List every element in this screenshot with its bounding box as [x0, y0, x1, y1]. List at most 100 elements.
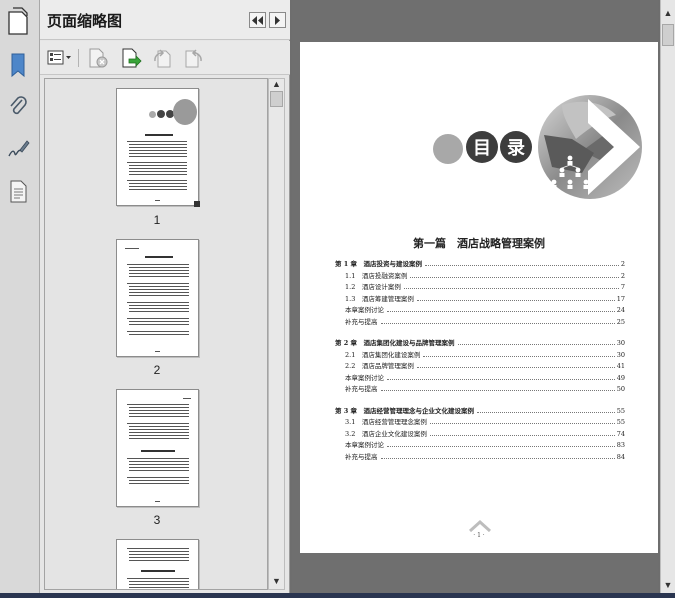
thumb-text-line	[129, 156, 187, 157]
thumb-text-line	[129, 435, 189, 436]
pages-icon[interactable]	[5, 6, 33, 36]
attachment-icon[interactable]	[4, 92, 32, 122]
toc-page-number: 2	[620, 260, 625, 268]
bookmark-icon[interactable]	[4, 50, 32, 80]
rotate-right-button[interactable]	[181, 47, 205, 69]
thumbnail-options-button[interactable]	[47, 47, 73, 69]
scrollbar-thumb[interactable]	[270, 91, 283, 107]
toc-chapter-row[interactable]: 第 2 章 酒店集团化建设与品牌管理案例 30	[335, 336, 625, 347]
collapse-panel-button[interactable]	[249, 12, 266, 28]
scroll-down-icon[interactable]: ▼	[661, 578, 675, 592]
expand-panel-button[interactable]	[269, 12, 286, 28]
thumb-text-line	[129, 432, 189, 433]
toc-leader-dots	[387, 378, 615, 380]
thumb-text-line	[129, 289, 189, 290]
toc-entry-row[interactable]: 本章案例讨论 49	[345, 371, 625, 382]
rotate-left-icon	[154, 49, 171, 68]
thumb-text-line	[127, 302, 189, 303]
toc-chapter-row[interactable]: 第 3 章 酒店经营管理理念与企业文化建设案例 55	[335, 404, 625, 415]
page-thumbnail-2[interactable]	[116, 239, 199, 357]
toc-entry-row[interactable]: 补充与提高 84	[345, 450, 625, 461]
toc-entry-label: 3.2 酒店企业文化建设案例	[345, 429, 427, 438]
insert-page-button[interactable]	[119, 47, 143, 69]
scroll-up-icon[interactable]: ▲	[269, 77, 284, 91]
scroll-down-icon[interactable]: ▼	[269, 574, 284, 588]
toc-entry-row[interactable]: 1.3 酒店筹建管理案例 17	[345, 292, 625, 303]
toc-page-number: 83	[616, 441, 625, 449]
toc-entry-row[interactable]: 补充与提高 25	[345, 315, 625, 326]
delete-page-button[interactable]	[86, 47, 110, 69]
thumb-text-line	[129, 410, 189, 411]
thumb-text-line	[129, 416, 189, 417]
signature-icon[interactable]	[4, 134, 32, 164]
thumb-text-line	[129, 189, 187, 190]
toc-page-number: 30	[616, 339, 625, 347]
document-properties-icon[interactable]	[4, 176, 32, 206]
toc-leader-dots	[403, 288, 619, 289]
thumb-text-line	[129, 461, 189, 462]
toc-leader-dots	[477, 411, 615, 413]
toc-entry-label: 补充与提高	[345, 452, 378, 461]
scrollbar-thumb[interactable]	[662, 24, 674, 46]
toc-entry-label: 第 3 章 酒店经营管理理念与企业文化建设案例	[335, 406, 475, 415]
toc-page-number: 30	[616, 350, 625, 359]
toc-entry-row[interactable]: 3.1 酒店经营管理理念案例 55	[345, 415, 625, 426]
toc-entry-row[interactable]: 本章案例讨论 24	[345, 303, 625, 314]
toc-entry-label: 第 2 章 酒店集团化建设与品牌管理案例	[335, 339, 455, 347]
toolbar-separator	[78, 49, 79, 67]
thumb-text-line	[129, 334, 189, 335]
toc-leader-dots	[423, 355, 615, 357]
toc-entry-row[interactable]: 补充与提高 50	[345, 382, 625, 393]
thumbnail-list[interactable]: 1 2 3	[44, 78, 268, 590]
panel-header: 页面缩略图	[40, 0, 290, 40]
toc-entry-row[interactable]: 1.1 酒店投融资案例 2	[345, 269, 625, 280]
thumb-text-line	[145, 134, 173, 136]
page-thumbnail-3[interactable]	[116, 389, 199, 507]
thumb-text-line	[129, 174, 187, 175]
thumb-text-line	[129, 276, 189, 277]
thumb-text-line	[127, 162, 187, 163]
thumb-text-line	[129, 584, 189, 585]
thumb-text-line	[129, 308, 189, 309]
thumb-text-line	[129, 295, 189, 296]
toc-entry-row[interactable]: 2.1 酒店集团化建设案例 30	[345, 348, 625, 359]
thumbnail-scrollbar[interactable]: ▲ ▼	[268, 78, 285, 590]
thumb-circle	[157, 110, 165, 118]
page-resize-handle[interactable]	[194, 201, 200, 207]
toc-entry-label: 1.3 酒店筹建管理案例	[345, 294, 414, 303]
page-thumbnail-1[interactable]	[116, 88, 199, 206]
toc-entry-row[interactable]: 2.2 酒店品牌管理案例 41	[345, 359, 625, 370]
rotate-left-button[interactable]	[151, 47, 175, 69]
thumb-photo	[173, 99, 197, 125]
thumb-text-line	[129, 150, 187, 151]
thumb-text-line	[129, 464, 189, 465]
toc-entry-row[interactable]: 本章案例讨论 83	[345, 438, 625, 449]
page-thumbnail-4[interactable]	[116, 539, 199, 589]
thumb-text-line	[127, 477, 189, 478]
toc-leader-dots	[387, 446, 615, 447]
thumb-text-line	[129, 557, 189, 558]
thumb-text-line	[127, 404, 189, 405]
thumb-text-line	[129, 560, 189, 561]
page-number: · 1 ·	[473, 532, 485, 539]
document-page: 目 录 第一篇 酒店战略管理案例 第 1 章 酒店投资与建设案例 2 1.1 酒…	[300, 42, 658, 553]
thumb-text-line	[127, 264, 189, 265]
thumb-text-line	[127, 331, 189, 332]
toc-leader-dots	[380, 322, 615, 324]
toc-chapter-row[interactable]: 第 1 章 酒店投资与建设案例 2	[335, 257, 625, 268]
toc-entry-label: 3.1 酒店经营管理理念案例	[345, 418, 427, 426]
toc-entry-label: 2.2 酒店品牌管理案例	[345, 362, 414, 370]
thumb-text-line	[129, 587, 189, 588]
toc-entry-row[interactable]: 1.2 酒店设计案例 7	[345, 280, 625, 291]
thumb-text-line	[141, 570, 175, 572]
toc-entry-row[interactable]: 3.2 酒店企业文化建设案例 74	[345, 427, 625, 438]
thumb-text-line	[127, 423, 189, 424]
insert-page-icon	[122, 48, 142, 68]
rotate-right-icon	[185, 49, 202, 68]
thumb-text-line	[129, 153, 187, 154]
triangle-right-icon	[275, 15, 280, 25]
scroll-up-icon[interactable]: ▲	[661, 6, 675, 20]
thumb-text-line	[129, 554, 189, 555]
document-scrollbar[interactable]: ▲ ▼	[660, 0, 675, 593]
thumb-text-line	[129, 413, 189, 414]
